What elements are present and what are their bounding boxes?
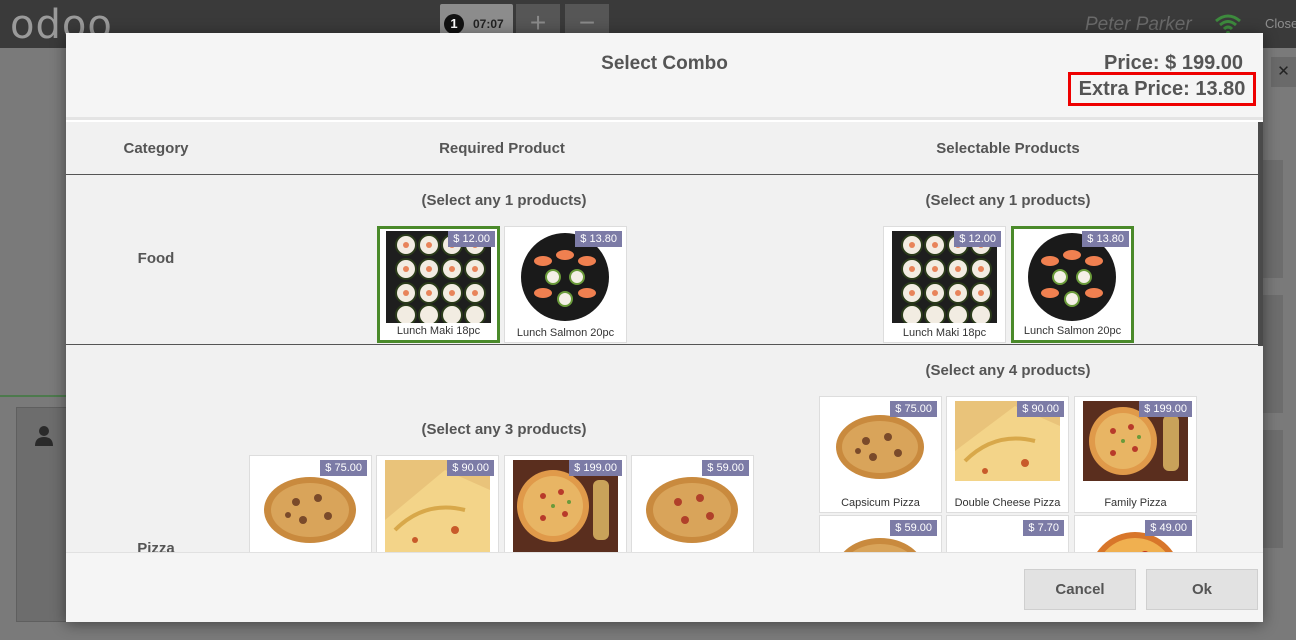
close-pos-button[interactable]: Close (1265, 16, 1296, 31)
product-card-pizza[interactable]: $ 75.00 (249, 455, 372, 552)
price-tag: $ 59.00 (890, 520, 937, 536)
product-name: Capsicum Pizza (841, 497, 920, 509)
bg-product-card (1263, 430, 1283, 548)
product-card-pizza[interactable]: $ 199.00 (504, 455, 627, 552)
modal-header: Select Combo Price: $ 199.00 Extra Price… (66, 33, 1263, 120)
price-tag: $ 90.00 (447, 460, 494, 476)
required-hint-pizza: (Select any 3 products) (421, 421, 587, 438)
order-time: 07:07 (473, 17, 504, 31)
price-tag: $ 59.00 (702, 460, 749, 476)
selectable-hint-food: (Select any 1 products) (925, 192, 1091, 209)
price-tag: $ 49.00 (1145, 520, 1192, 536)
product-card-pizza[interactable]: $ 59.00 (631, 455, 754, 552)
price-tag: $ 199.00 (569, 460, 622, 476)
extra-price: Extra Price: 13.80 (1068, 72, 1256, 106)
product-card-lunch-maki[interactable]: $ 12.00 Lunch Maki 18pc (377, 226, 500, 343)
product-card-family-pizza[interactable]: $ 199.00 Family Pizza (1074, 396, 1197, 513)
product-card-double-cheese-pizza[interactable]: $ 90.00 Double Cheese Pizza (946, 396, 1069, 513)
price-tag: $ 12.00 (448, 231, 495, 247)
product-name: Lunch Salmon 20pc (516, 327, 615, 339)
bg-close-icon: ✕ (1271, 57, 1296, 87)
price-tag: $ 13.80 (1082, 231, 1129, 247)
header-divider (66, 174, 1258, 175)
select-combo-modal: Select Combo Price: $ 199.00 Extra Price… (66, 33, 1263, 622)
product-card-pizza[interactable]: $ 90.00 (376, 455, 499, 552)
bg-product-card (1263, 160, 1283, 278)
product-name: Family Pizza (1104, 497, 1167, 509)
selectable-hint-pizza: (Select any 4 products) (925, 362, 1091, 379)
cancel-button[interactable]: Cancel (1024, 569, 1136, 610)
price-tag: $ 75.00 (320, 460, 367, 476)
scrollbar[interactable] (1258, 122, 1263, 346)
product-name: Double Cheese Pizza (954, 497, 1061, 509)
product-card-capsicum-pizza[interactable]: $ 75.00 Capsicum Pizza (819, 396, 942, 513)
combo-table[interactable]: Category Required Product Selectable Pro… (66, 122, 1263, 552)
price-tag: $ 75.00 (890, 401, 937, 417)
product-name: Lunch Salmon 20pc (1023, 325, 1122, 337)
category-header: Category (123, 140, 189, 157)
product-card-lunch-salmon[interactable]: $ 13.80 Lunch Salmon 20pc (504, 226, 627, 343)
price-tag: $ 13.80 (575, 231, 622, 247)
bg-product-card (1263, 295, 1283, 413)
ok-button[interactable]: Ok (1146, 569, 1258, 610)
product-card-pizza[interactable]: $ 49.00 (1074, 515, 1197, 552)
price-tag: $ 12.00 (954, 231, 1001, 247)
category-pizza: Pizza (137, 540, 175, 552)
product-card-lunch-maki[interactable]: $ 12.00 Lunch Maki 18pc (883, 226, 1006, 343)
price-tag: $ 90.00 (1017, 401, 1064, 417)
product-name: Lunch Maki 18pc (396, 325, 481, 337)
product-name: Lunch Maki 18pc (902, 327, 987, 339)
selectable-products-header: Selectable Products (936, 140, 1080, 157)
product-card-lunch-salmon[interactable]: $ 13.80 Lunch Salmon 20pc (1011, 226, 1134, 343)
product-card-pizza[interactable]: $ 59.00 (819, 515, 942, 552)
required-hint-food: (Select any 1 products) (421, 192, 587, 209)
required-product-header: Required Product (439, 140, 565, 157)
product-card-pizza[interactable]: $ 7.70 (946, 515, 1069, 552)
category-food: Food (137, 250, 175, 267)
order-number-badge: 1 (444, 14, 464, 34)
modal-footer: Cancel Ok (66, 552, 1263, 622)
user-icon (35, 426, 53, 446)
row-divider (66, 344, 1258, 345)
bg-divider (0, 395, 70, 397)
price-tag: $ 199.00 (1139, 401, 1192, 417)
price-tag: $ 7.70 (1023, 520, 1064, 536)
